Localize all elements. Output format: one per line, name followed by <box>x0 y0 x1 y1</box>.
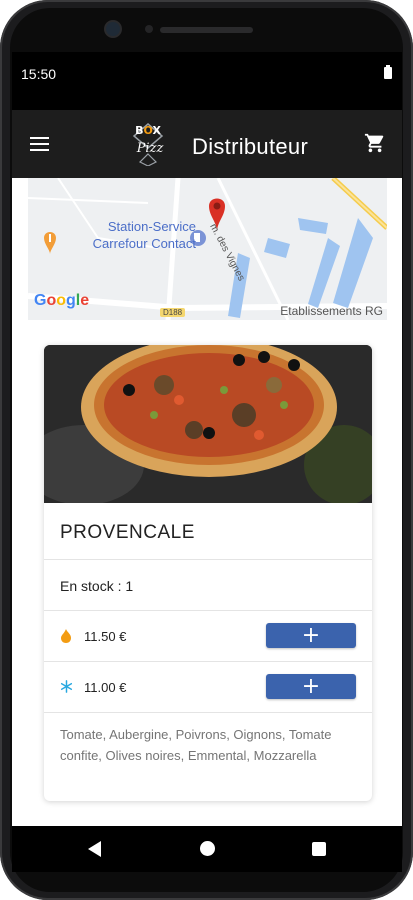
flame-icon <box>61 629 71 643</box>
pizza-photo <box>44 345 372 503</box>
add-hot-button[interactable]: + <box>266 623 356 648</box>
price-value-cold: 11.00 € <box>84 680 127 695</box>
google-logo: Google <box>34 292 90 309</box>
stock-label: En stock : 1 <box>60 578 134 594</box>
app-title: Distributeur <box>192 134 309 159</box>
svg-text:BOX: BOX <box>135 124 161 137</box>
map-attribution: Etablissements RG <box>280 304 383 318</box>
front-camera <box>106 22 120 36</box>
earpiece-speaker <box>160 27 253 33</box>
battery-icon <box>384 65 392 79</box>
status-bar: 15:50 <box>12 52 402 110</box>
status-time: 15:50 <box>21 66 57 82</box>
map-road-code: D188 <box>160 308 186 317</box>
app-bar: BOX Pizz Distributeur <box>12 110 402 178</box>
map-poi-label: Station-Service Carrefour Contact <box>92 219 196 251</box>
box-pizz-logo: BOX Pizz <box>132 123 164 166</box>
back-icon[interactable] <box>88 841 101 857</box>
divider <box>44 712 372 713</box>
home-icon[interactable] <box>200 841 215 856</box>
svg-text:Pizz: Pizz <box>136 141 164 156</box>
map-view[interactable]: Station-Service Carrefour Contact m. des… <box>28 178 387 320</box>
product-name: PROVENCALE <box>60 522 195 543</box>
add-cold-button[interactable]: + <box>266 674 356 699</box>
cart-icon[interactable] <box>364 132 386 154</box>
price-value-hot: 11.50 € <box>84 629 127 644</box>
content-area: Station-Service Carrefour Contact m. des… <box>12 178 402 826</box>
price-row-cold: 11.00 € + <box>44 662 372 712</box>
ingredients-text: Tomate, Aubergine, Poivrons, Oignons, To… <box>60 727 332 763</box>
product-card: PROVENCALE En stock : 1 11.50 € + 11.00 … <box>44 345 372 801</box>
menu-icon[interactable] <box>30 137 49 151</box>
screen: 15:50 BOX Pizz Distributeur Station-Serv… <box>12 52 402 872</box>
proximity-sensor <box>145 25 153 33</box>
recent-apps-icon[interactable] <box>312 842 326 856</box>
system-nav-bar <box>12 826 402 872</box>
snowflake-icon <box>60 680 73 693</box>
divider <box>44 559 372 560</box>
phone-frame: 15:50 BOX Pizz Distributeur Station-Serv… <box>0 0 413 900</box>
price-row-hot: 11.50 € + <box>44 611 372 661</box>
